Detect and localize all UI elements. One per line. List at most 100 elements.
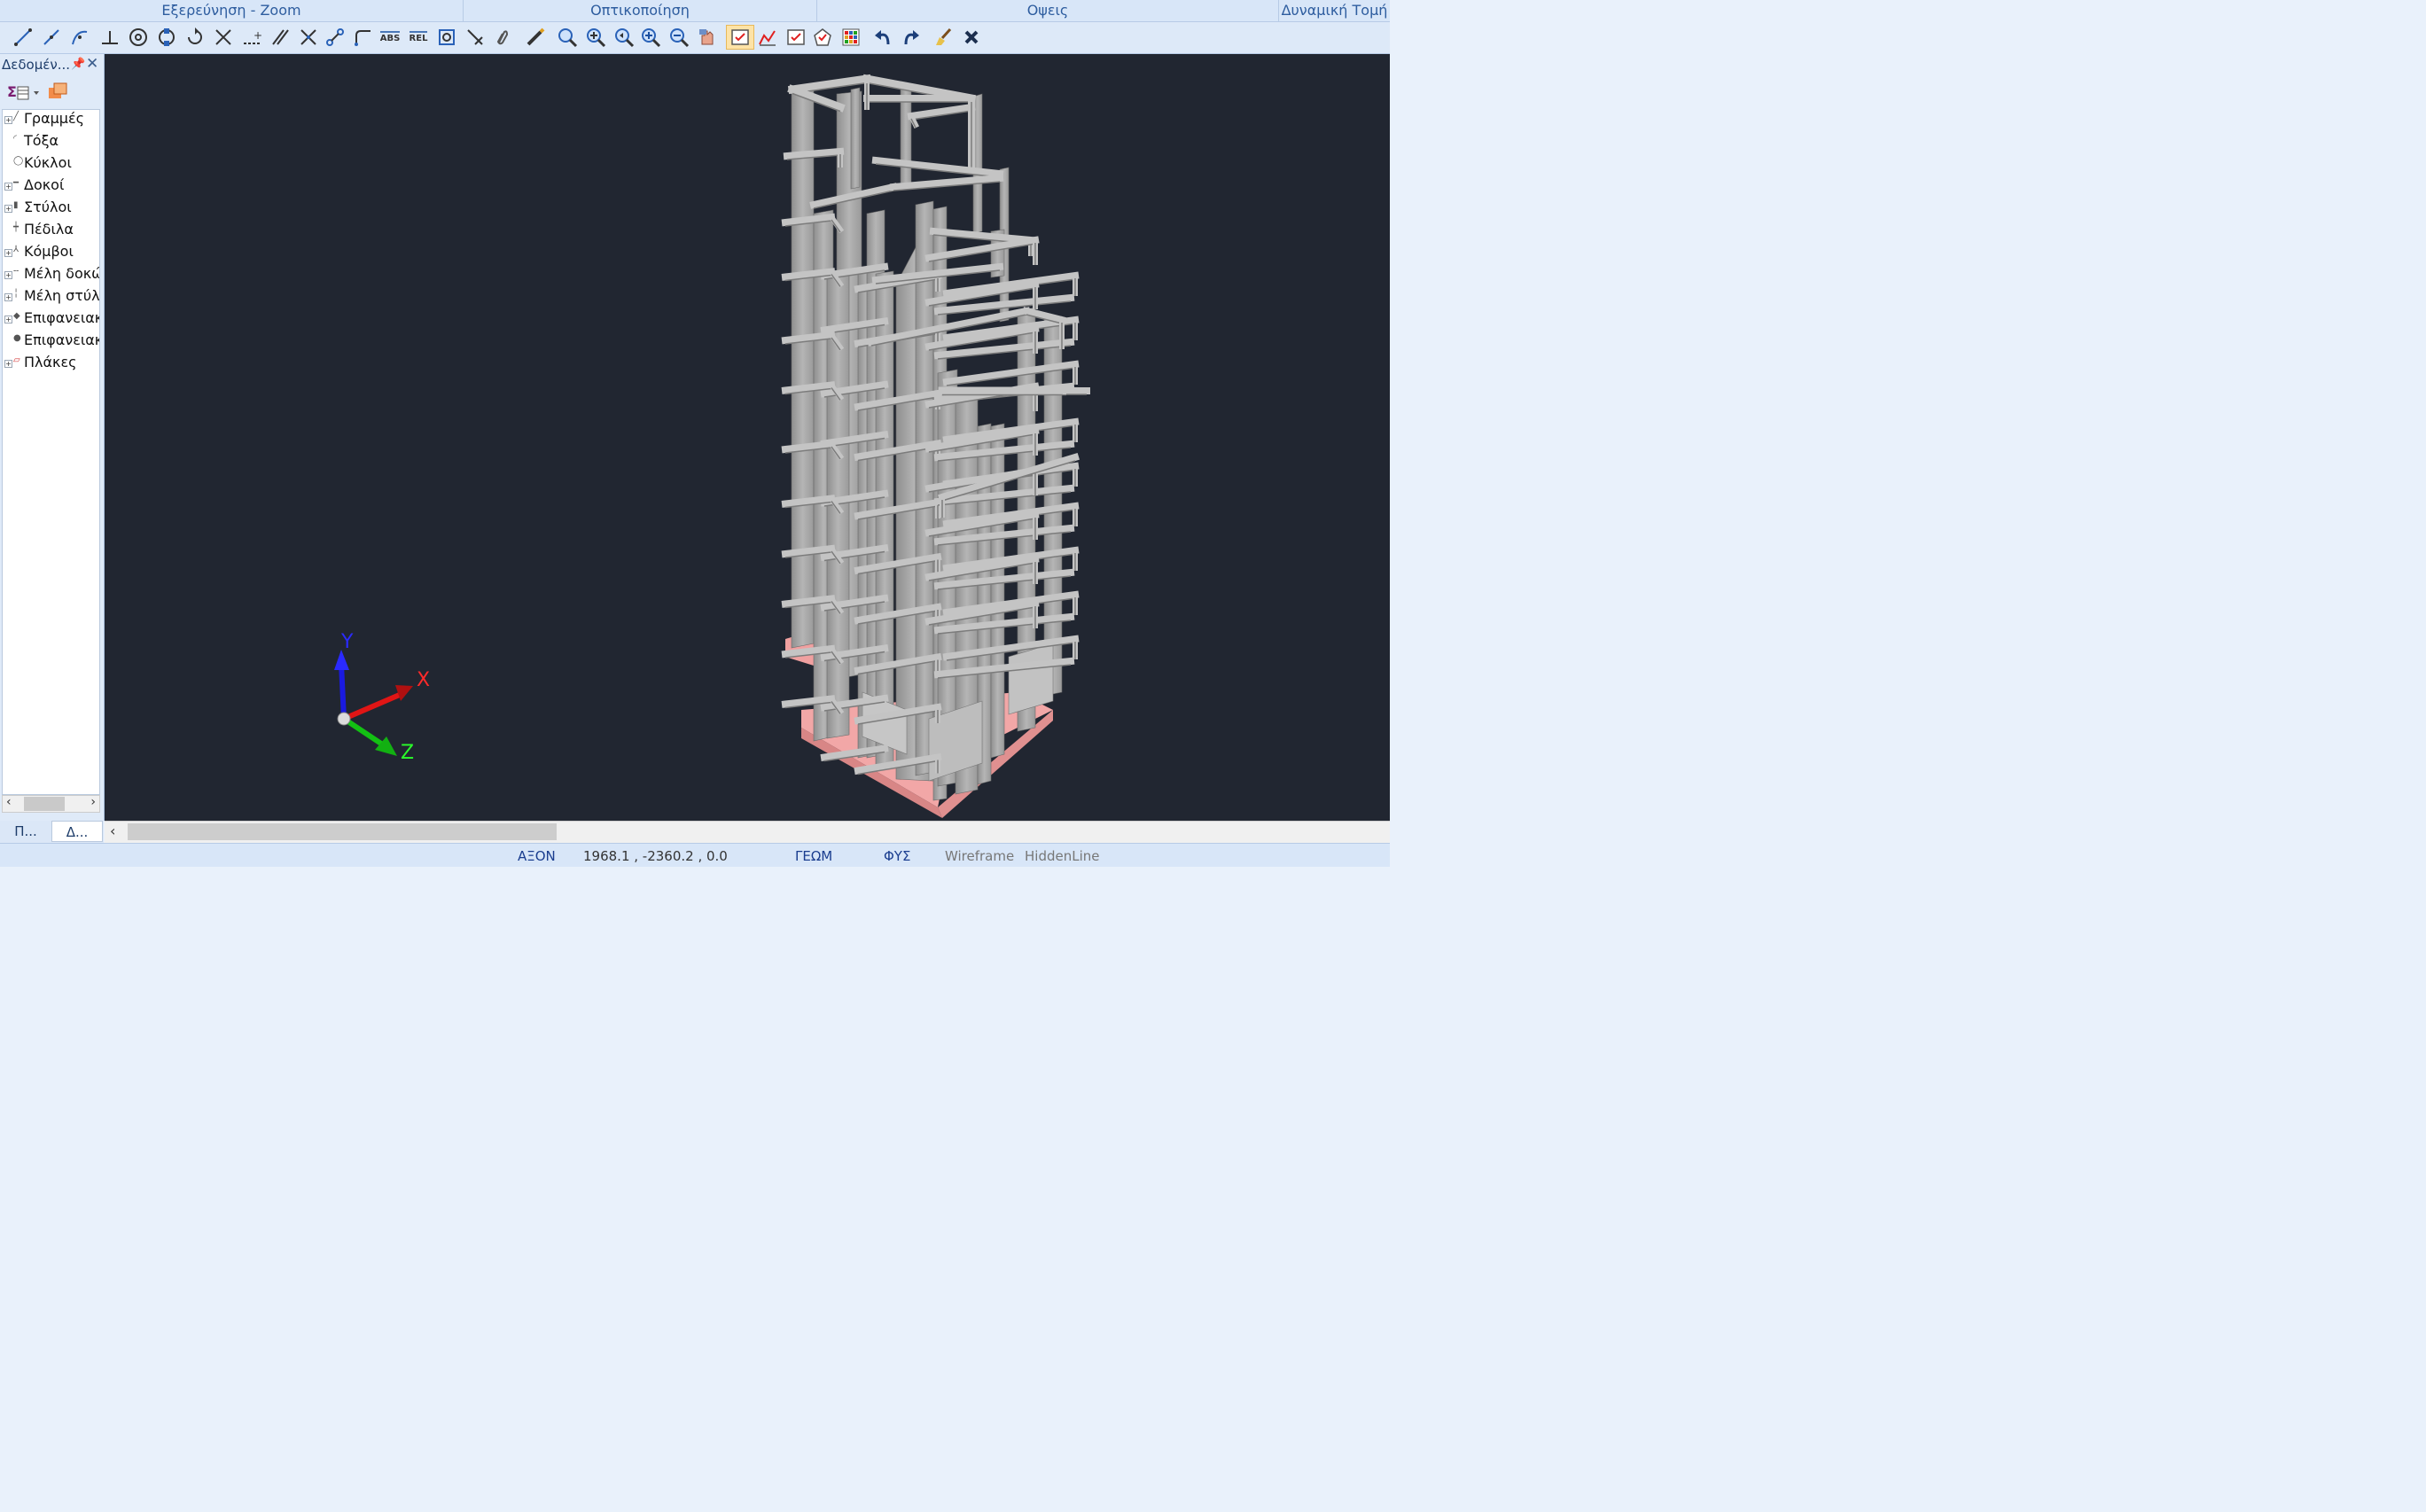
structure-model: Y X Z <box>334 74 1090 818</box>
intersection-button[interactable] <box>211 25 236 50</box>
tab-properties[interactable]: Π... <box>0 821 51 842</box>
tree-item-arcs[interactable]: ◜ Τόξα <box>3 132 99 154</box>
delete-line-button[interactable] <box>463 25 488 50</box>
line-icon: ╱ <box>13 112 20 121</box>
offset-point-button[interactable]: + <box>239 25 264 50</box>
tree-item-beams[interactable]: + ━ Δοκοί <box>3 176 99 199</box>
draw-polyline-button[interactable] <box>39 25 64 50</box>
scroll-right-icon[interactable]: › <box>90 795 96 809</box>
tree-label: Μέλη στύλων <box>24 287 100 304</box>
tree-item-column-members[interactable]: +╎ Μέλη στύλων <box>3 287 100 309</box>
quadrant-button[interactable] <box>154 25 179 50</box>
3d-viewport[interactable]: Y X Z <box>105 54 1390 821</box>
status-wireframe[interactable]: Wireframe <box>945 848 1014 864</box>
tree-item-footings[interactable]: ┿ Πέδιλα <box>3 221 99 243</box>
expand-icon[interactable]: + <box>4 249 12 257</box>
draw-curve-button[interactable] <box>67 25 92 50</box>
tree-item-lines[interactable]: + ╱ Γραμμές <box>3 110 99 132</box>
ribbon-group-dynamic-section[interactable]: Δυναμική Τομή <box>1279 0 1390 21</box>
expand-icon[interactable]: + <box>4 116 12 124</box>
show-checked-button[interactable] <box>726 25 754 50</box>
tab-data[interactable]: Δ... <box>51 821 103 842</box>
redo-button[interactable] <box>899 25 924 50</box>
check-pentagon-button[interactable] <box>810 25 835 50</box>
scroll-left-icon[interactable]: ‹ <box>110 822 115 839</box>
ribbon-group-visualization[interactable]: Οπτικοποίηση <box>464 0 817 21</box>
sum-table-button[interactable]: Σ <box>5 81 41 104</box>
tree-item-surfaces-2[interactable]: ●Επιφανειακά <box>3 331 99 354</box>
panel-close-icon[interactable]: ✕ <box>86 55 98 73</box>
tree-label: Επιφανειακά <box>24 331 99 348</box>
expand-icon[interactable]: + <box>4 293 12 301</box>
graph-button[interactable] <box>755 25 780 50</box>
attach-button[interactable] <box>489 25 514 50</box>
abs-coordinates-button[interactable]: ABS <box>378 25 402 50</box>
tree-item-columns[interactable]: + ▮ Στύλοι <box>3 199 99 221</box>
tree-item-surfaces[interactable]: +◆ Επιφανειακά <box>3 309 99 331</box>
trim-button[interactable] <box>296 25 321 50</box>
clean-button[interactable] <box>931 25 956 50</box>
zoom-out-button[interactable] <box>667 25 691 50</box>
ribbon-group-explore-zoom[interactable]: Εξερεύνηση - Zoom <box>0 0 464 21</box>
surface-2-icon: ● <box>13 333 21 343</box>
expand-icon[interactable]: + <box>4 360 12 368</box>
beam-icon: ━ <box>13 178 20 188</box>
trim-icon <box>300 29 316 45</box>
edit-pen-button[interactable] <box>523 25 548 50</box>
ribbon-group-views[interactable]: Οψεις <box>817 0 1279 21</box>
status-axon[interactable]: ΑΞΟΝ <box>518 848 556 864</box>
zoom-window-button[interactable] <box>555 25 580 50</box>
scroll-left-icon[interactable]: ‹ <box>6 795 12 809</box>
undo-button[interactable] <box>870 25 895 50</box>
expand-icon[interactable]: + <box>4 183 12 191</box>
svg-text:Σ: Σ <box>7 83 17 100</box>
parallel-button[interactable] <box>268 25 293 50</box>
tree-label: Κύκλοι <box>24 154 72 171</box>
close-view-button[interactable] <box>959 25 984 50</box>
zoom-extents-button[interactable] <box>583 25 608 50</box>
tree-item-beam-members[interactable]: +╌ Μέλη δοκών <box>3 265 99 287</box>
tree-item-circles[interactable]: ◯ Κύκλοι <box>3 154 99 176</box>
perpendicular-button[interactable] <box>98 25 122 50</box>
tree-horizontal-scrollbar[interactable]: ‹ › <box>2 795 100 813</box>
zoom-previous-button[interactable] <box>612 25 636 50</box>
pin-icon[interactable]: 📌 <box>71 58 85 71</box>
expand-icon[interactable]: + <box>4 205 12 213</box>
expand-icon[interactable]: + <box>4 316 12 323</box>
pan-button[interactable] <box>695 25 720 50</box>
zoom-out-icon <box>670 28 690 48</box>
color-grid-button[interactable] <box>839 25 863 50</box>
check-view-button[interactable] <box>784 25 808 50</box>
status-geom[interactable]: ΓΕΩΜ <box>795 848 832 864</box>
draw-line-button[interactable] <box>11 25 35 50</box>
tree-label: Κόμβοι <box>24 243 74 260</box>
tree-label: Πέδιλα <box>24 221 74 238</box>
circle-button[interactable] <box>126 25 151 50</box>
beam-member-icon: ╌ <box>13 267 20 277</box>
undo-icon <box>875 30 890 45</box>
select-window-button[interactable] <box>434 25 459 50</box>
data-tree: + ╱ Γραμμές ◜ Τόξα ◯ Κύκλοι + ━ Δοκοί + ▮ Στύλοι… <box>2 109 100 795</box>
tree-item-slabs[interactable]: + ▱ Πλάκες <box>3 354 99 376</box>
zoom-in-button[interactable] <box>638 25 663 50</box>
pentagon-check-icon <box>814 28 831 46</box>
rotate-button[interactable] <box>183 25 207 50</box>
rel-icon: REL <box>409 31 428 43</box>
column-member-icon: ╎ <box>13 289 20 299</box>
export-button[interactable] <box>46 81 69 104</box>
status-coordinates: 1968.1 , -2360.2 , 0.0 <box>583 848 728 864</box>
viewport-horizontal-scrollbar[interactable]: ‹ <box>105 821 1390 843</box>
rel-coordinates-button[interactable]: REL <box>406 25 431 50</box>
status-fys[interactable]: ΦΥΣ <box>884 848 910 864</box>
tree-item-nodes[interactable]: + ⅄ Κόμβοι <box>3 243 99 265</box>
circle-icon <box>129 28 147 46</box>
tree-label: Στύλοι <box>24 199 72 215</box>
scroll-thumb[interactable] <box>24 797 65 811</box>
status-hiddenline[interactable]: HiddenLine <box>1025 848 1100 864</box>
fillet-button[interactable] <box>351 25 376 50</box>
select-window-icon <box>439 29 455 45</box>
scroll-thumb[interactable] <box>128 823 557 840</box>
ribbon-group-bar: Εξερεύνηση - Zoom Οπτικοποίηση Οψεις Δυν… <box>0 0 1390 22</box>
snap-button[interactable] <box>323 25 347 50</box>
expand-icon[interactable]: + <box>4 271 12 279</box>
